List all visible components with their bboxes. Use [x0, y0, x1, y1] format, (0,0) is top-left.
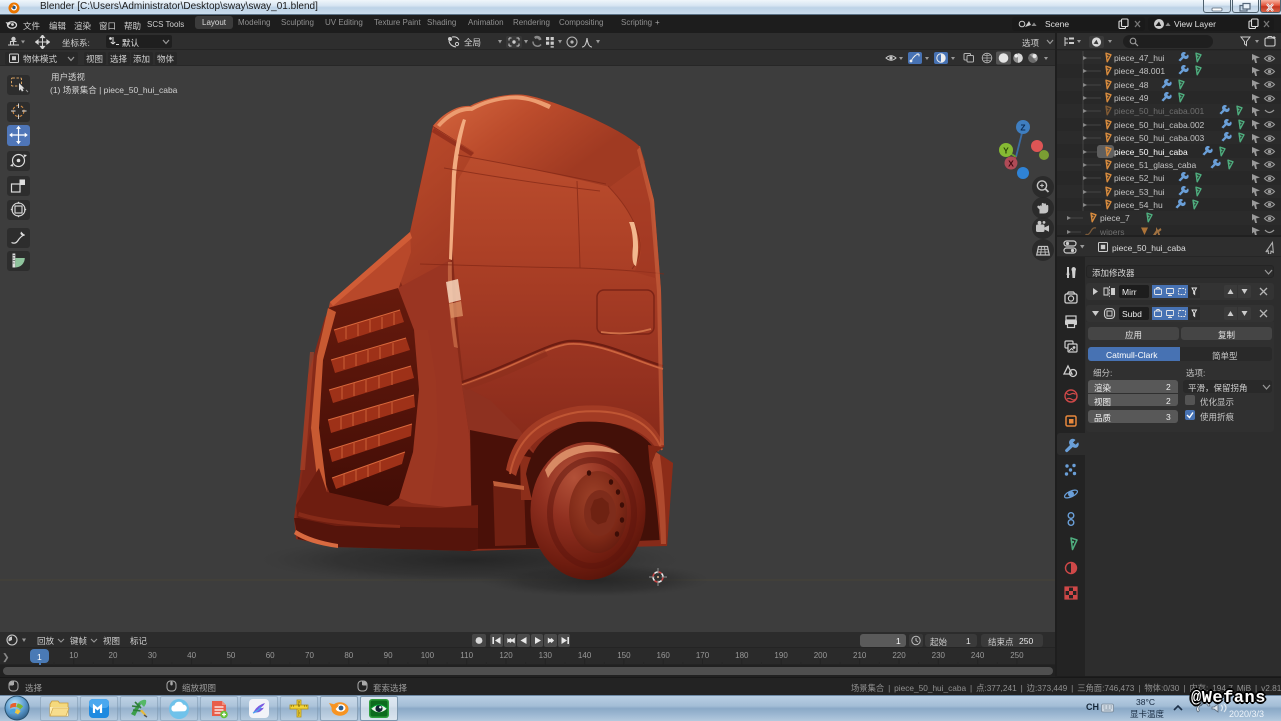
svg-text:Y: Y	[1003, 145, 1009, 155]
svg-text:全局: 全局	[464, 38, 481, 48]
svg-text:Z: Z	[1020, 122, 1025, 132]
svg-text:X: X	[1008, 158, 1014, 168]
